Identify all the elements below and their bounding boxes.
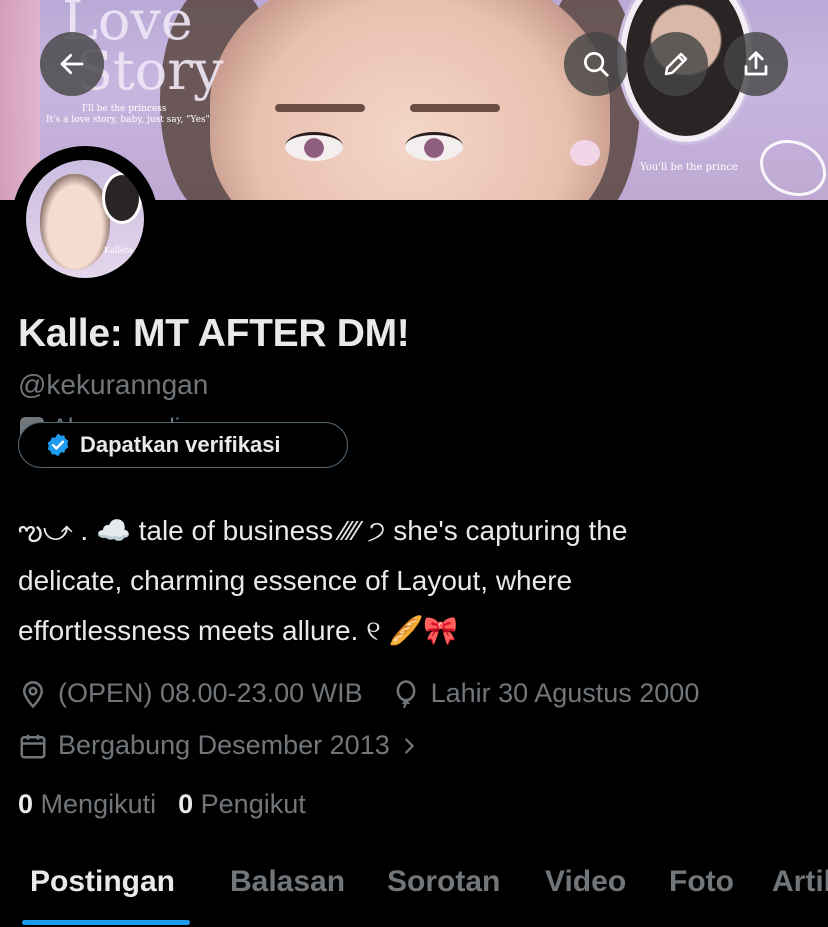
banner-bow xyxy=(760,140,826,196)
birthday-text: Lahir 30 Agustus 2000 xyxy=(430,678,700,708)
joined-text: Bergabung Desember 2013 xyxy=(58,730,390,760)
bio-line-3: effortlessness meets allure. ୧ 🥖🎀 xyxy=(18,615,459,646)
joined-row[interactable]: Bergabung Desember 2013 xyxy=(18,730,420,761)
get-verified-label: Dapatkan verifikasi xyxy=(80,432,281,457)
bio-line-1: ఌ⤻ . ☁️ tale of business ⁄⁄⁄⁄ ੭ she's ca… xyxy=(18,515,628,546)
banner-tagline1: I'll be the princess xyxy=(82,104,167,114)
back-button[interactable] xyxy=(40,32,104,96)
followers-label: Pengikut xyxy=(200,789,306,819)
banner-brow-left xyxy=(275,104,365,112)
avatar-image: Kalleta xyxy=(26,160,144,278)
banner-heart xyxy=(570,140,600,166)
edit-button[interactable] xyxy=(644,32,708,96)
following-label: Mengikuti xyxy=(40,789,157,819)
calendar-icon xyxy=(20,734,46,758)
avatar-caption: Kalleta xyxy=(104,246,133,255)
avatar-portrait-frame xyxy=(102,172,142,224)
followers-link[interactable]: 0 Pengikut xyxy=(178,789,306,820)
balloon-icon xyxy=(396,679,415,708)
location-pin-icon xyxy=(22,680,44,708)
chevron-right-icon xyxy=(404,737,414,754)
birthday-item: Lahir 30 Agustus 2000 xyxy=(391,678,700,709)
tab-artikel[interactable]: Artikel xyxy=(772,862,828,906)
tab-video[interactable]: Video xyxy=(545,862,626,906)
avatar-face xyxy=(40,174,110,270)
share-icon xyxy=(744,51,768,76)
arrow-left-icon xyxy=(60,53,84,75)
get-verified-button[interactable]: Dapatkan verifikasi xyxy=(18,422,348,468)
banner-eye-right xyxy=(405,132,463,161)
search-button[interactable] xyxy=(564,32,628,96)
avatar[interactable]: Kalleta xyxy=(12,146,158,292)
banner-prince-text: You'll be the prince xyxy=(640,162,738,173)
tab-foto[interactable]: Foto xyxy=(669,862,734,906)
profile-handle: @kekuranngan xyxy=(18,369,209,400)
follow-stats: 0 Mengikuti 0 Pengikut xyxy=(18,789,306,820)
tab-sorotan[interactable]: Sorotan xyxy=(387,862,500,906)
location-item: (OPEN) 08.00-23.00 WIB xyxy=(18,678,363,709)
profile-meta-row-1: (OPEN) 08.00-23.00 WIB Lahir 30 Agustus … xyxy=(18,678,699,709)
search-icon xyxy=(584,52,609,77)
verified-badge-icon xyxy=(47,433,69,457)
bio-line-2: delicate, charming essence of Layout, wh… xyxy=(18,565,573,596)
banner-eye-left xyxy=(285,132,343,161)
pencil-icon xyxy=(664,52,688,76)
share-button[interactable] xyxy=(724,32,788,96)
followers-count: 0 xyxy=(178,789,194,819)
profile-tabs: Postingan Balasan Sorotan Video Foto Art… xyxy=(0,862,828,927)
banner-tagline2: It's a love story, baby, just say, "Yes" xyxy=(46,115,210,125)
following-count: 0 xyxy=(18,789,34,819)
active-tab-indicator xyxy=(22,920,190,925)
profile-bio: ఌ⤻ . ☁️ tale of business ⁄⁄⁄⁄ ੭ she's ca… xyxy=(18,506,798,656)
banner-brow-right xyxy=(410,104,500,112)
location-text: (OPEN) 08.00-23.00 WIB xyxy=(58,678,363,708)
following-link[interactable]: 0 Mengikuti xyxy=(18,789,156,820)
profile-name: Kalle: MT AFTER DM! xyxy=(18,312,410,355)
tab-balasan[interactable]: Balasan xyxy=(230,862,345,906)
tab-postingan[interactable]: Postingan xyxy=(30,862,175,906)
banner-face xyxy=(210,0,610,200)
